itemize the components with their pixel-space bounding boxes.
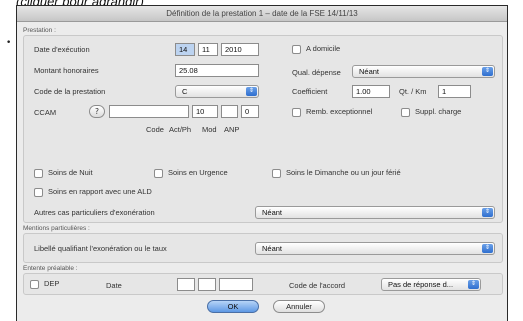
code-accord-label: Code de l'accord	[289, 281, 346, 290]
soins-urgence-label: Soins en Urgence	[168, 168, 228, 177]
autres-cas-value: Néant	[262, 208, 283, 217]
entente-year-field[interactable]	[219, 278, 253, 291]
ccam-mod-field[interactable]	[221, 105, 238, 118]
autres-cas-label: Autres cas particuliers d'exonération	[34, 208, 155, 217]
date-month-field[interactable]: 11	[198, 43, 218, 56]
libelle-select[interactable]: Néant ⇕	[255, 242, 495, 255]
suppl-charge-label: Suppl. charge	[415, 107, 462, 116]
entente-day-field[interactable]	[177, 278, 195, 291]
domicile-checkbox[interactable]	[292, 45, 301, 54]
updown-arrow-icon: ⇕	[468, 280, 479, 289]
suppl-charge-checkbox[interactable]	[401, 108, 410, 117]
entente-group: DEP Date Code de l'accord Pas de réponse…	[23, 273, 503, 295]
ccam-label: CCAM	[34, 108, 57, 117]
soins-dimanche-checkbox[interactable]	[272, 169, 281, 178]
dep-label: DEP	[44, 279, 60, 288]
soins-ald-checkbox[interactable]	[34, 188, 43, 197]
qual-depense-label: Qual. dépense	[292, 68, 341, 77]
dialog-title: Définition de la prestation 1 – date de …	[17, 6, 507, 22]
libelle-label: Libellé qualifiant l'exonération ou le t…	[34, 244, 167, 253]
qt-km-label: Qt. / Km	[399, 87, 427, 96]
dep-checkbox[interactable]	[30, 280, 39, 289]
code-prestation-value: C	[182, 87, 188, 96]
soins-nuit-checkbox[interactable]	[34, 169, 43, 178]
entente-date-label: Date	[106, 281, 122, 290]
code-accord-select[interactable]: Pas de réponse d... ⇕	[381, 278, 481, 291]
soins-urgence-checkbox[interactable]	[154, 169, 163, 178]
updown-arrow-icon: ⇕	[482, 208, 493, 217]
entente-section-label: Entente préalable :	[23, 265, 78, 272]
coefficient-field[interactable]: 1.00	[352, 85, 390, 98]
date-year-field[interactable]: 2010	[221, 43, 259, 56]
updown-arrow-icon: ⇕	[482, 244, 493, 253]
domicile-label: A domicile	[306, 44, 341, 53]
ccam-col-code-label: Code	[146, 125, 164, 134]
soins-dimanche-label: Soins le Dimanche ou un jour férié	[286, 168, 401, 177]
ccam-act-field[interactable]: 10	[192, 105, 218, 118]
qt-km-field[interactable]: 1	[438, 85, 471, 98]
code-accord-value: Pas de réponse d...	[388, 280, 454, 289]
autres-cas-select[interactable]: Néant ⇕	[255, 206, 495, 219]
montant-field[interactable]: 25.08	[175, 64, 259, 77]
cancel-button[interactable]: Annuler	[273, 300, 325, 313]
remb-exceptionnel-checkbox[interactable]	[292, 108, 301, 117]
ccam-col-mod-label: Mod	[202, 125, 217, 134]
ccam-code-field[interactable]	[109, 105, 189, 118]
prestation-section-label: Prestation :	[23, 27, 56, 34]
qual-depense-value: Néant	[359, 67, 380, 76]
date-day-field[interactable]: 14	[175, 43, 195, 56]
code-prestation-select[interactable]: C ⇕	[175, 85, 259, 98]
code-prestation-label: Code de la prestation	[34, 87, 106, 96]
ccam-help-button[interactable]: ?	[89, 105, 105, 118]
montant-label: Montant honoraires	[34, 66, 99, 75]
remb-exceptionnel-label: Remb. exceptionnel	[306, 107, 373, 116]
mentions-group: Libellé qualifiant l'exonération ou le t…	[23, 233, 503, 263]
updown-arrow-icon: ⇕	[246, 87, 257, 96]
ccam-anp-field[interactable]: 0	[241, 105, 259, 118]
prestation-group: Date d'exécution 14 11 2010 A domicile M…	[23, 35, 503, 223]
date-label: Date d'exécution	[34, 45, 90, 54]
coefficient-label: Coefficient	[292, 87, 328, 96]
updown-arrow-icon: ⇕	[482, 67, 493, 76]
entente-month-field[interactable]	[198, 278, 216, 291]
prestation-dialog: Définition de la prestation 1 – date de …	[16, 5, 508, 321]
qual-depense-select[interactable]: Néant ⇕	[352, 65, 495, 78]
mentions-section-label: Mentions particulières :	[23, 225, 90, 232]
libelle-value: Néant	[262, 244, 283, 253]
soins-ald-label: Soins en rapport avec une ALD	[48, 187, 152, 196]
ccam-col-actph-label: Act/Ph	[169, 125, 192, 134]
list-bullet: •	[6, 38, 12, 48]
soins-nuit-label: Soins de Nuit	[48, 168, 93, 177]
ccam-col-anp-label: ANP	[224, 125, 240, 134]
ok-button[interactable]: OK	[207, 300, 259, 313]
